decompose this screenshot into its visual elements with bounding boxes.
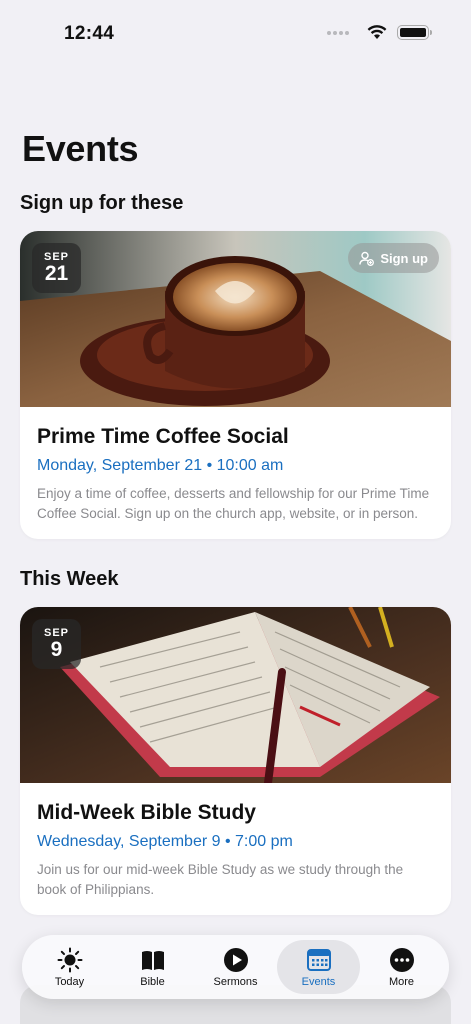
status-time: 12:44 xyxy=(64,23,115,44)
section-title-this-week: This Week xyxy=(20,568,119,590)
signup-button[interactable]: Sign up xyxy=(348,243,439,273)
bible-study-event-image: SEP 9 xyxy=(20,607,451,783)
date-badge-day: 9 xyxy=(50,638,63,661)
tab-label: Bible xyxy=(140,976,165,988)
card-body: Mid-Week Bible Study Wednesday, Septembe… xyxy=(20,783,451,915)
status-bar: 12:44 xyxy=(0,0,471,60)
book-icon xyxy=(141,951,164,970)
tab-more[interactable]: More xyxy=(360,940,443,994)
battery-icon xyxy=(397,25,432,40)
event-title: Prime Time Coffee Social xyxy=(37,425,289,448)
event-description: Enjoy a time of coffee, desserts and fel… xyxy=(37,486,430,521)
tab-bible[interactable]: Bible xyxy=(111,940,194,994)
date-badge: SEP 9 xyxy=(32,619,81,669)
coffee-event-image: SEP 21 Sign up xyxy=(20,231,451,407)
tab-sermons[interactable]: Sermons xyxy=(194,940,277,994)
event-title: Mid-Week Bible Study xyxy=(37,801,256,824)
tab-bar: Today Bible Sermons Events More xyxy=(22,935,449,999)
calendar-icon xyxy=(306,949,331,971)
status-icons xyxy=(327,25,432,40)
section-title-signup: Sign up for these xyxy=(20,192,184,214)
event-datetime: Monday, September 21 • 10:00 am xyxy=(37,457,284,474)
tab-events[interactable]: Events xyxy=(277,940,360,994)
tab-label: More xyxy=(388,976,415,988)
date-badge-day: 21 xyxy=(44,262,69,285)
cellular-signal-icon xyxy=(327,30,349,35)
play-icon xyxy=(223,948,248,972)
event-card-bible-study[interactable]: SEP 9 Mid-Week Bible Study Wednesday, Se… xyxy=(20,607,451,915)
tab-label: Sermons xyxy=(213,976,258,988)
tab-label: Today xyxy=(54,976,85,988)
tab-label: Events xyxy=(301,976,336,988)
tab-today[interactable]: Today xyxy=(28,940,111,994)
open-bible-image xyxy=(20,607,451,783)
person-add-icon xyxy=(359,251,375,266)
event-datetime: Wednesday, September 9 • 7:00 pm xyxy=(37,833,293,850)
sun-icon xyxy=(57,947,82,973)
event-description: Join us for our mid-week Bible Study as … xyxy=(37,862,404,897)
card-body: Prime Time Coffee Social Monday, Septemb… xyxy=(20,407,451,539)
date-badge: SEP 21 xyxy=(32,243,81,293)
signup-label: Sign up xyxy=(380,250,428,266)
event-card-coffee-social[interactable]: SEP 21 Sign up Prime Time Coffee Social … xyxy=(20,231,451,539)
ellipsis-icon xyxy=(389,948,414,972)
page-title: Events xyxy=(22,128,139,169)
wifi-icon xyxy=(367,25,387,39)
